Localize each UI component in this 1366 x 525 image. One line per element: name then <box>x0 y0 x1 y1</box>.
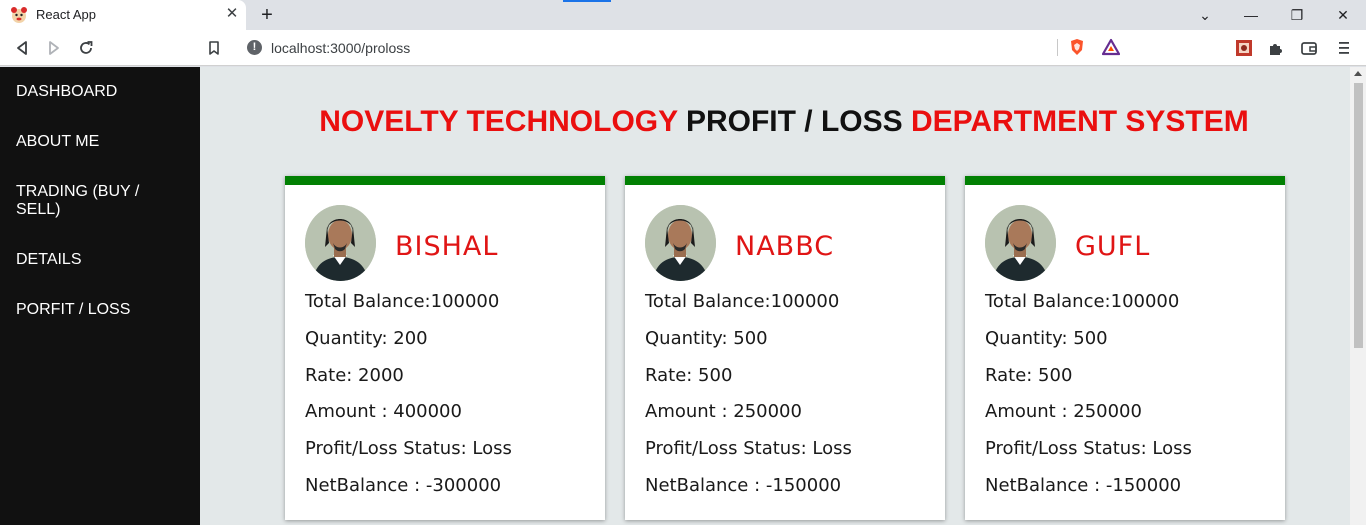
brave-rewards-icon[interactable] <box>1102 38 1120 56</box>
title-part-company: NOVELTY TECHNOLOGY <box>319 105 678 138</box>
sidebar-item-profit-loss[interactable]: PORFIT / LOSS <box>16 301 186 319</box>
scrollbar-thumb[interactable] <box>1354 83 1363 348</box>
tab-title: React App <box>36 7 96 22</box>
card-name: BISHAL <box>395 231 499 262</box>
avatar <box>645 205 716 281</box>
amount: Amount : 250000 <box>985 401 1142 422</box>
wallet-icon[interactable] <box>1299 38 1319 58</box>
main-area: NOVELTY TECHNOLOGY PROFIT / LOSS DEPARTM… <box>200 67 1350 525</box>
brave-shields-icon[interactable] <box>1068 38 1086 56</box>
url-text[interactable]: localhost:3000/proloss <box>271 40 410 56</box>
vertical-scrollbar[interactable] <box>1350 67 1366 525</box>
profit-loss-status: Profit/Loss Status: Loss <box>305 438 512 459</box>
minimize-icon[interactable]: — <box>1240 4 1262 26</box>
total-balance: Total Balance:100000 <box>645 291 840 312</box>
avatar <box>305 205 376 281</box>
person-photo-icon <box>645 205 716 281</box>
sidebar-item-dashboard[interactable]: DASHBOARD <box>16 83 186 101</box>
total-balance: Total Balance:100000 <box>305 291 500 312</box>
browser-toolbar: ! localhost:3000/proloss <box>0 30 1366 66</box>
sidebar-item-trading[interactable]: TRADING (BUY / SELL) <box>16 183 186 219</box>
sidebar-item-about-me[interactable]: ABOUT ME <box>16 133 186 151</box>
rate: Rate: 500 <box>985 365 1073 386</box>
page-title: NOVELTY TECHNOLOGY PROFIT / LOSS DEPARTM… <box>200 105 1366 139</box>
quantity: Quantity: 500 <box>645 328 768 349</box>
menu-icon[interactable] <box>1334 38 1354 58</box>
quantity: Quantity: 200 <box>305 328 428 349</box>
tab-loading-indicator <box>563 0 611 2</box>
sidebar: DASHBOARD ABOUT ME TRADING (BUY / SELL) … <box>0 67 200 525</box>
person-photo-icon <box>305 205 376 281</box>
net-balance: NetBalance : -150000 <box>985 475 1182 496</box>
card-name: NABBC <box>735 231 835 262</box>
new-tab-button[interactable]: + <box>257 4 277 26</box>
total-balance: Total Balance:100000 <box>985 291 1180 312</box>
window-close-icon[interactable]: ✕ <box>1332 4 1354 26</box>
site-info-icon[interactable]: ! <box>247 40 262 55</box>
extension-icon[interactable] <box>1234 38 1254 58</box>
tab-search-dropdown-icon[interactable]: ⌄ <box>1194 4 1216 26</box>
rate: Rate: 2000 <box>305 365 404 386</box>
bookmark-icon[interactable] <box>203 37 225 59</box>
user-card: GUFL Total Balance:100000 Quantity: 500 … <box>965 176 1285 520</box>
restore-icon[interactable]: ❐ <box>1286 4 1308 26</box>
quantity: Quantity: 500 <box>985 328 1108 349</box>
tab-strip: React App ✕ + ⌄ — ❐ ✕ <box>0 0 1366 30</box>
profit-loss-status: Profit/Loss Status: Loss <box>985 438 1192 459</box>
browser-tab[interactable]: React App ✕ <box>0 0 246 30</box>
forward-icon[interactable] <box>43 37 65 59</box>
profit-loss-status: Profit/Loss Status: Loss <box>645 438 852 459</box>
amount: Amount : 400000 <box>305 401 462 422</box>
page-content: DASHBOARD ABOUT ME TRADING (BUY / SELL) … <box>0 67 1366 525</box>
amount: Amount : 250000 <box>645 401 802 422</box>
react-app-favicon-icon <box>11 7 27 23</box>
reload-icon[interactable] <box>75 37 97 59</box>
puzzle-icon[interactable] <box>1266 38 1286 58</box>
net-balance: NetBalance : -300000 <box>305 475 502 496</box>
net-balance: NetBalance : -150000 <box>645 475 842 496</box>
person-photo-icon <box>985 205 1056 281</box>
avatar <box>985 205 1056 281</box>
sidebar-item-details[interactable]: DETAILS <box>16 251 186 269</box>
scroll-up-arrow-icon[interactable] <box>1354 71 1362 76</box>
user-card: NABBC Total Balance:100000 Quantity: 500… <box>625 176 945 520</box>
card-name: GUFL <box>1075 231 1151 262</box>
rate: Rate: 500 <box>645 365 733 386</box>
title-part-department: DEPARTMENT SYSTEM <box>910 105 1249 138</box>
user-card: BISHAL Total Balance:100000 Quantity: 20… <box>285 176 605 520</box>
address-bar[interactable]: ! localhost:3000/proloss <box>237 33 1129 62</box>
back-icon[interactable] <box>11 37 33 59</box>
tab-close-icon[interactable]: ✕ <box>224 6 240 22</box>
omnibox-divider <box>1057 39 1058 56</box>
title-part-profit-loss: PROFIT / LOSS <box>685 105 903 138</box>
